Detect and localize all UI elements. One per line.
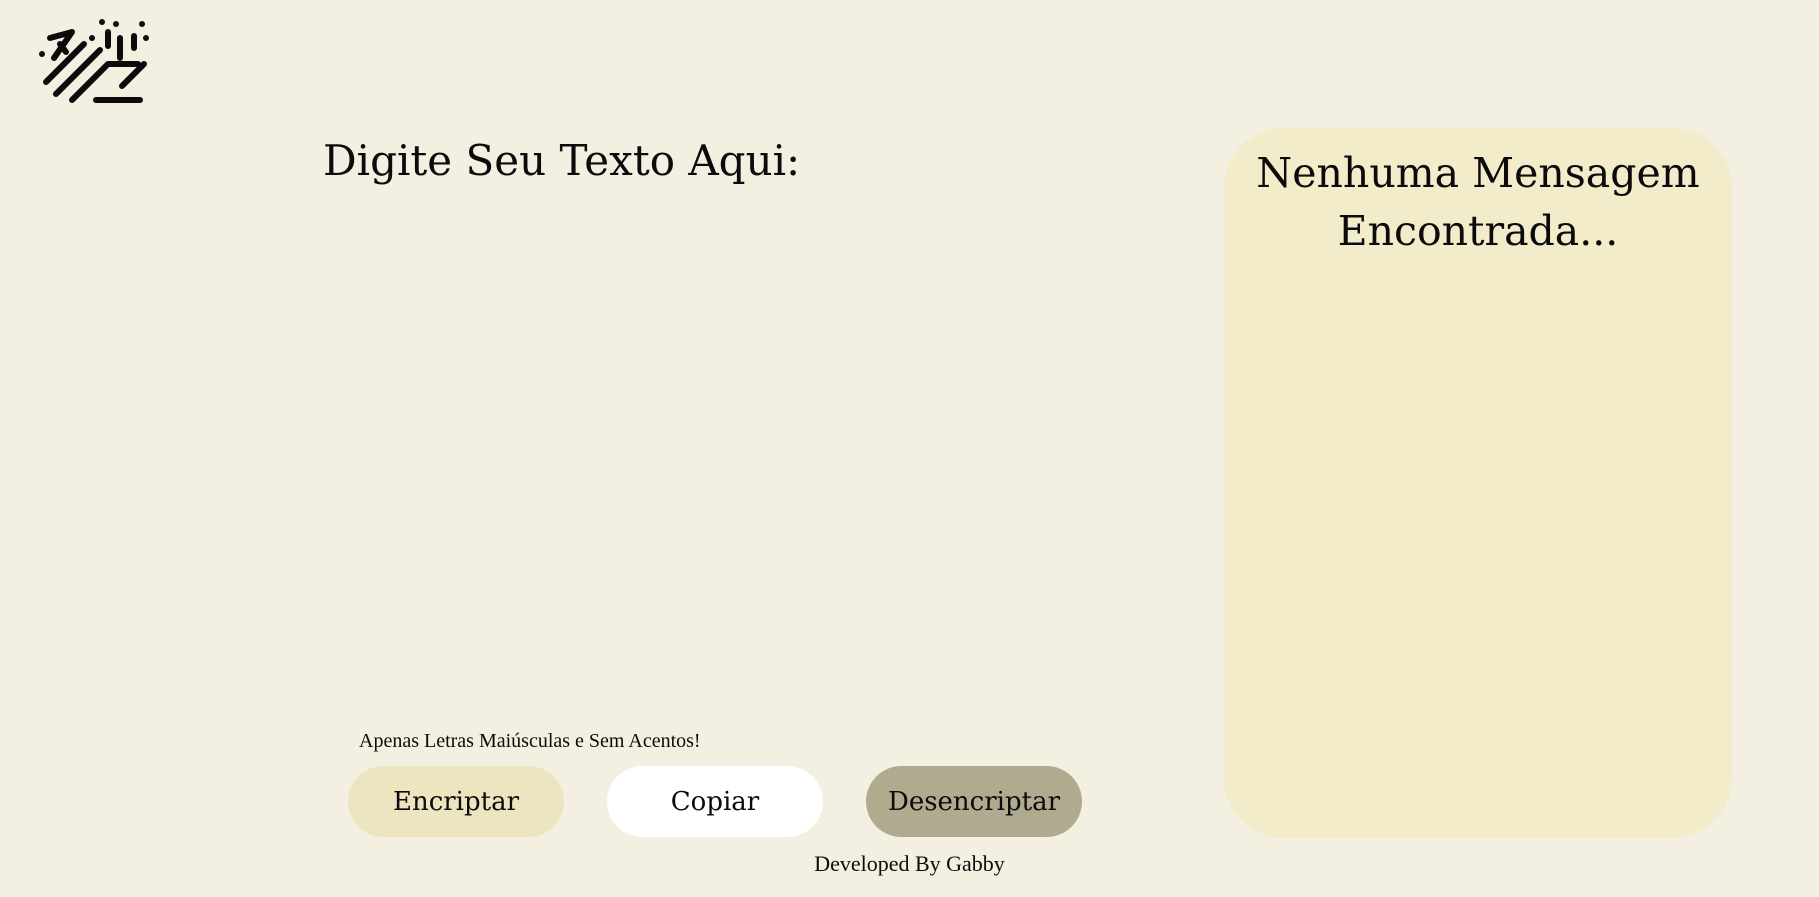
output-message: Nenhuma Mensagem Encontrada... xyxy=(1256,149,1700,255)
input-heading: Digite Seu Texto Aqui: xyxy=(323,136,801,185)
message-textarea[interactable] xyxy=(323,205,1083,705)
decrypt-button[interactable]: Desencriptar xyxy=(866,766,1082,837)
input-hint: Apenas Letras Maiúsculas e Sem Acentos! xyxy=(359,730,701,752)
logo-icon xyxy=(38,18,150,106)
encrypt-button[interactable]: Encriptar xyxy=(348,766,564,837)
output-panel: Nenhuma Mensagem Encontrada... xyxy=(1224,128,1732,838)
copy-button[interactable]: Copiar xyxy=(607,766,823,837)
footer-credit: Developed By Gabby xyxy=(814,851,1005,876)
